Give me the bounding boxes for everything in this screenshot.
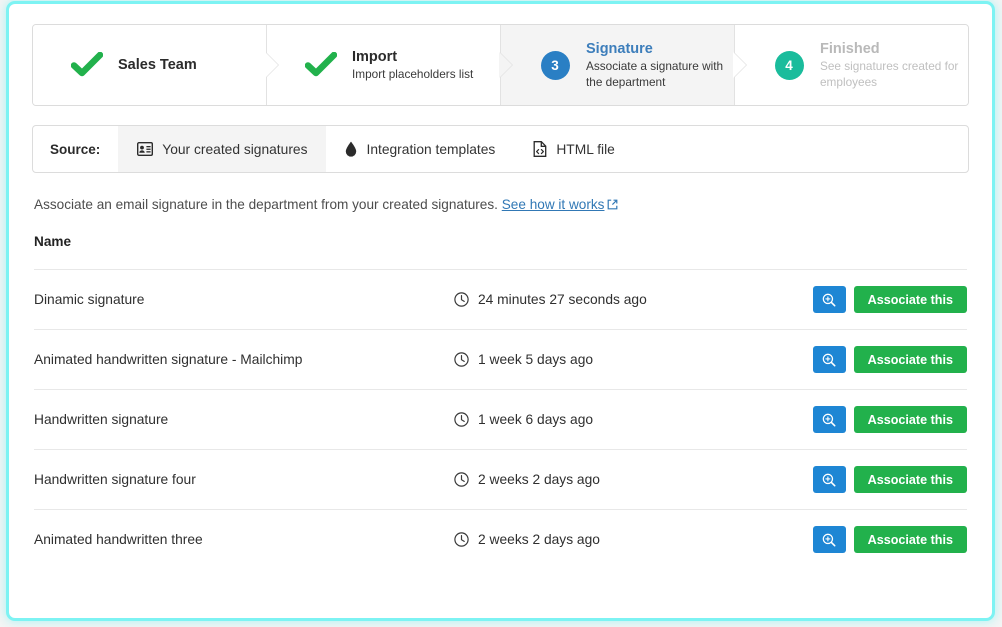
- step-1-title: Sales Team: [118, 56, 197, 73]
- row-actions: Associate this: [812, 466, 967, 493]
- signature-time: 1 week 6 days ago: [454, 412, 813, 427]
- row-actions: Associate this: [812, 346, 967, 373]
- check-icon: [305, 52, 337, 78]
- table-row: Animated handwritten signature - Mailchi…: [34, 329, 967, 389]
- step-1-mark: [69, 52, 105, 78]
- step-4-subtitle: See signatures created for employees: [820, 58, 959, 89]
- clock-icon: [454, 412, 469, 427]
- tab-your-created-signatures[interactable]: Your created signatures: [118, 126, 327, 172]
- step-3-number-badge: 3: [540, 50, 570, 80]
- step-4-title: Finished: [820, 40, 880, 57]
- external-link-icon: [607, 198, 618, 213]
- page-content: Sales Team Import Import placeholders li…: [9, 4, 992, 618]
- clock-icon: [454, 352, 469, 367]
- wizard-step-3[interactable]: 3 Signature Associate a signature with t…: [499, 25, 735, 105]
- see-how-it-works-link[interactable]: See how it works: [502, 197, 605, 212]
- zoom-in-icon: [822, 413, 836, 427]
- step-notch-fill: [499, 52, 512, 78]
- table-row: Handwritten signature 1 week 6 days ago …: [34, 389, 967, 449]
- droplet-icon: [345, 141, 357, 157]
- step-3-mark: 3: [537, 50, 573, 80]
- wizard-stepper: Sales Team Import Import placeholders li…: [32, 24, 969, 106]
- description-text: Associate an email signature in the depa…: [32, 197, 969, 213]
- signatures-table: Name Dinamic signature 24 minutes 27 sec…: [32, 234, 969, 569]
- zoom-in-icon: [822, 473, 836, 487]
- preview-button[interactable]: [812, 526, 846, 553]
- description-sentence: Associate an email signature in the depa…: [34, 197, 498, 212]
- signature-time: 24 minutes 27 seconds ago: [454, 292, 813, 307]
- signature-name: Animated handwritten three: [34, 532, 203, 547]
- tab-label: Integration templates: [366, 141, 496, 157]
- zoom-in-icon: [822, 533, 836, 547]
- step-4-number-badge: 4: [774, 50, 804, 80]
- step-4-text: Finished See signatures created for empl…: [820, 40, 968, 91]
- source-tab-bar: Source: Your created signatures Integrat…: [32, 125, 969, 173]
- table-row: Handwritten signature four 2 weeks 2 day…: [34, 449, 967, 509]
- table-row: Dinamic signature 24 minutes 27 seconds …: [34, 269, 967, 329]
- clock-icon: [454, 532, 469, 547]
- signature-time-label: 2 weeks 2 days ago: [478, 472, 600, 487]
- associate-button[interactable]: Associate this: [853, 286, 967, 313]
- file-code-icon: [533, 141, 547, 157]
- page-frame: Sales Team Import Import placeholders li…: [9, 4, 992, 618]
- table-header-name: Name: [34, 234, 72, 249]
- step-2-subtitle: Import placeholders list: [352, 66, 474, 81]
- signature-time-label: 1 week 6 days ago: [478, 412, 594, 427]
- tab-html-file[interactable]: HTML file: [514, 126, 634, 172]
- signature-time: 2 weeks 2 days ago: [454, 532, 813, 547]
- tab-label: HTML file: [556, 141, 615, 157]
- table-row: Animated handwritten three 2 weeks 2 day…: [34, 509, 967, 569]
- signature-time-label: 24 minutes 27 seconds ago: [478, 292, 647, 307]
- preview-button[interactable]: [812, 466, 846, 493]
- signature-name: Handwritten signature: [34, 412, 169, 427]
- signature-name: Handwritten signature four: [34, 472, 196, 487]
- row-actions: Associate this: [812, 286, 967, 313]
- source-label: Source:: [50, 141, 101, 157]
- signature-time: 1 week 5 days ago: [454, 352, 813, 367]
- signature-name: Dinamic signature: [34, 292, 145, 307]
- row-actions: Associate this: [812, 406, 967, 433]
- step-2-text: Import Import placeholders list: [352, 48, 473, 83]
- associate-button[interactable]: Associate this: [853, 526, 967, 553]
- step-4-mark: 4: [771, 50, 807, 80]
- signature-time-label: 2 weeks 2 days ago: [478, 532, 600, 547]
- wizard-step-2[interactable]: Import Import placeholders list: [265, 25, 501, 105]
- step-3-title: Signature: [586, 40, 653, 57]
- row-actions: Associate this: [812, 526, 967, 553]
- see-how-it-works-label: See how it works: [501, 197, 605, 212]
- wizard-step-4[interactable]: 4 Finished See signatures created for em…: [733, 25, 968, 105]
- step-3-text: Signature Associate a signature with the…: [586, 40, 734, 91]
- zoom-in-icon: [822, 353, 836, 367]
- id-card-icon: [137, 142, 154, 156]
- associate-button[interactable]: Associate this: [853, 466, 967, 493]
- step-2-mark: [303, 52, 339, 78]
- signature-time-label: 1 week 5 days ago: [478, 352, 594, 367]
- step-2-title: Import: [352, 48, 398, 65]
- step-notch-fill: [265, 52, 278, 78]
- step-notch-border: [734, 52, 747, 78]
- step-notch-border: [266, 52, 279, 78]
- step-notch-fill: [733, 52, 746, 78]
- check-icon: [71, 52, 103, 78]
- tab-integration-templates[interactable]: Integration templates: [326, 126, 514, 172]
- step-1-text: Sales Team: [118, 56, 197, 74]
- associate-button[interactable]: Associate this: [853, 406, 967, 433]
- signature-name: Animated handwritten signature - Mailchi…: [34, 352, 303, 367]
- wizard-step-1[interactable]: Sales Team: [33, 25, 267, 105]
- step-3-subtitle: Associate a signature with the departmen…: [586, 58, 724, 89]
- associate-button[interactable]: Associate this: [853, 346, 967, 373]
- signature-time: 2 weeks 2 days ago: [454, 472, 813, 487]
- clock-icon: [454, 292, 469, 307]
- preview-button[interactable]: [812, 406, 846, 433]
- clock-icon: [454, 472, 469, 487]
- tab-label: Your created signatures: [162, 141, 308, 157]
- step-notch-border: [500, 52, 513, 78]
- preview-button[interactable]: [812, 346, 846, 373]
- preview-button[interactable]: [812, 286, 846, 313]
- zoom-in-icon: [822, 293, 836, 307]
